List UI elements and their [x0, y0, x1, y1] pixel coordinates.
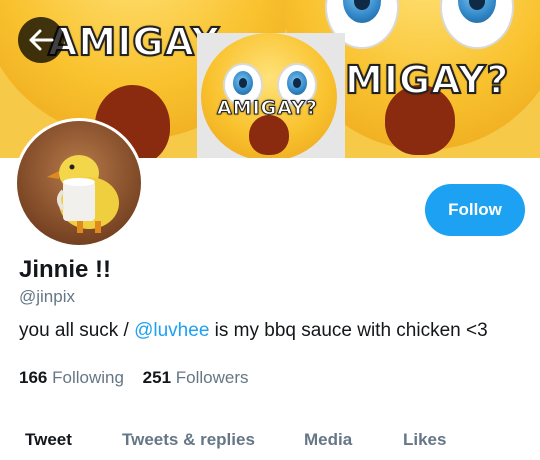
- banner-inset-image: AMIGAY?: [197, 33, 345, 158]
- bio-text-before: you all suck /: [19, 320, 135, 341]
- following-count: 166: [19, 368, 48, 387]
- followers-label: Followers: [175, 368, 249, 387]
- follow-button[interactable]: Follow: [425, 184, 525, 236]
- display-name: Jinnie !!: [19, 256, 112, 283]
- bio-mention-link[interactable]: @luvhee: [134, 320, 209, 341]
- following-label: Following: [52, 368, 124, 387]
- user-handle: @jinpix: [19, 287, 75, 306]
- profile-tabs: Tweet Tweets & replies Media Likes: [0, 412, 540, 460]
- banner-caption-right: MIGAY?: [344, 57, 510, 103]
- banner-caption-left: AMIGAY: [47, 19, 220, 65]
- following-link[interactable]: 166 Following: [19, 368, 124, 387]
- arrow-left-icon: [29, 29, 54, 51]
- bio-text-after: is my bbq sauce with chicken <3: [209, 320, 488, 341]
- follow-stats: 166 Following 251 Followers: [19, 368, 263, 388]
- duck-mug-picture: [47, 155, 119, 233]
- profile-avatar[interactable]: [14, 118, 144, 248]
- tab-tweets-replies[interactable]: Tweets & replies: [122, 430, 255, 450]
- tab-tweets[interactable]: Tweet: [25, 430, 72, 450]
- surprised-emoji-center: [201, 33, 337, 158]
- tab-media[interactable]: Media: [304, 430, 352, 450]
- banner-inset-caption: AMIGAY?: [217, 97, 318, 120]
- tab-likes[interactable]: Likes: [403, 430, 446, 450]
- followers-count: 251: [142, 368, 172, 387]
- back-button[interactable]: [18, 17, 64, 63]
- profile-bio: you all suck / @luvhee is my bbq sauce w…: [19, 320, 488, 342]
- followers-link[interactable]: 251 Followers: [143, 368, 249, 387]
